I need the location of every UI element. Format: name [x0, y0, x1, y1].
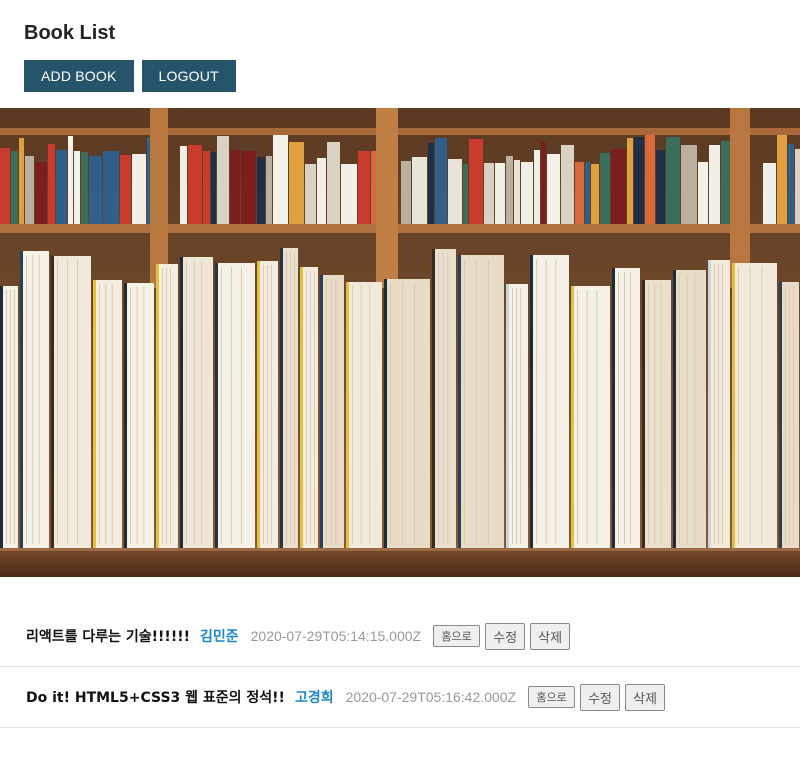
page-title: Book List — [24, 22, 116, 44]
book-date: 2020-07-29T05:14:15.000Z — [250, 628, 422, 644]
book-author[interactable]: 김민준 — [200, 626, 239, 646]
book-row: Do it! HTML5+CSS3 웹 표준의 정석!! 고경희 2020-07… — [0, 667, 800, 728]
logout-button[interactable]: LOGOUT — [141, 60, 236, 92]
home-button[interactable]: 홈으로 — [528, 686, 576, 708]
delete-button[interactable]: 삭제 — [530, 622, 571, 650]
bookshelf-hero-image — [0, 108, 800, 577]
edit-button[interactable]: 수정 — [485, 622, 526, 650]
book-list: 리액트를 다루는 기술!!!!!! 김민준 2020-07-29T05:14:1… — [0, 606, 800, 728]
bookshelf-illustration — [0, 108, 800, 577]
edit-button[interactable]: 수정 — [580, 683, 621, 711]
page-header: Book List ADD BOOK LOGOUT — [0, 0, 800, 92]
header-actions: ADD BOOK LOGOUT — [24, 60, 776, 92]
book-author[interactable]: 고경희 — [295, 687, 334, 707]
add-book-button[interactable]: ADD BOOK — [24, 60, 134, 92]
book-row: 리액트를 다루는 기술!!!!!! 김민준 2020-07-29T05:14:1… — [0, 606, 800, 667]
delete-button[interactable]: 삭제 — [625, 683, 666, 711]
home-button[interactable]: 홈으로 — [433, 625, 481, 647]
book-title[interactable]: 리액트를 다루는 기술!!!!!! — [26, 626, 190, 646]
book-title[interactable]: Do it! HTML5+CSS3 웹 표준의 정석!! — [26, 687, 285, 707]
book-date: 2020-07-29T05:16:42.000Z — [345, 689, 517, 705]
